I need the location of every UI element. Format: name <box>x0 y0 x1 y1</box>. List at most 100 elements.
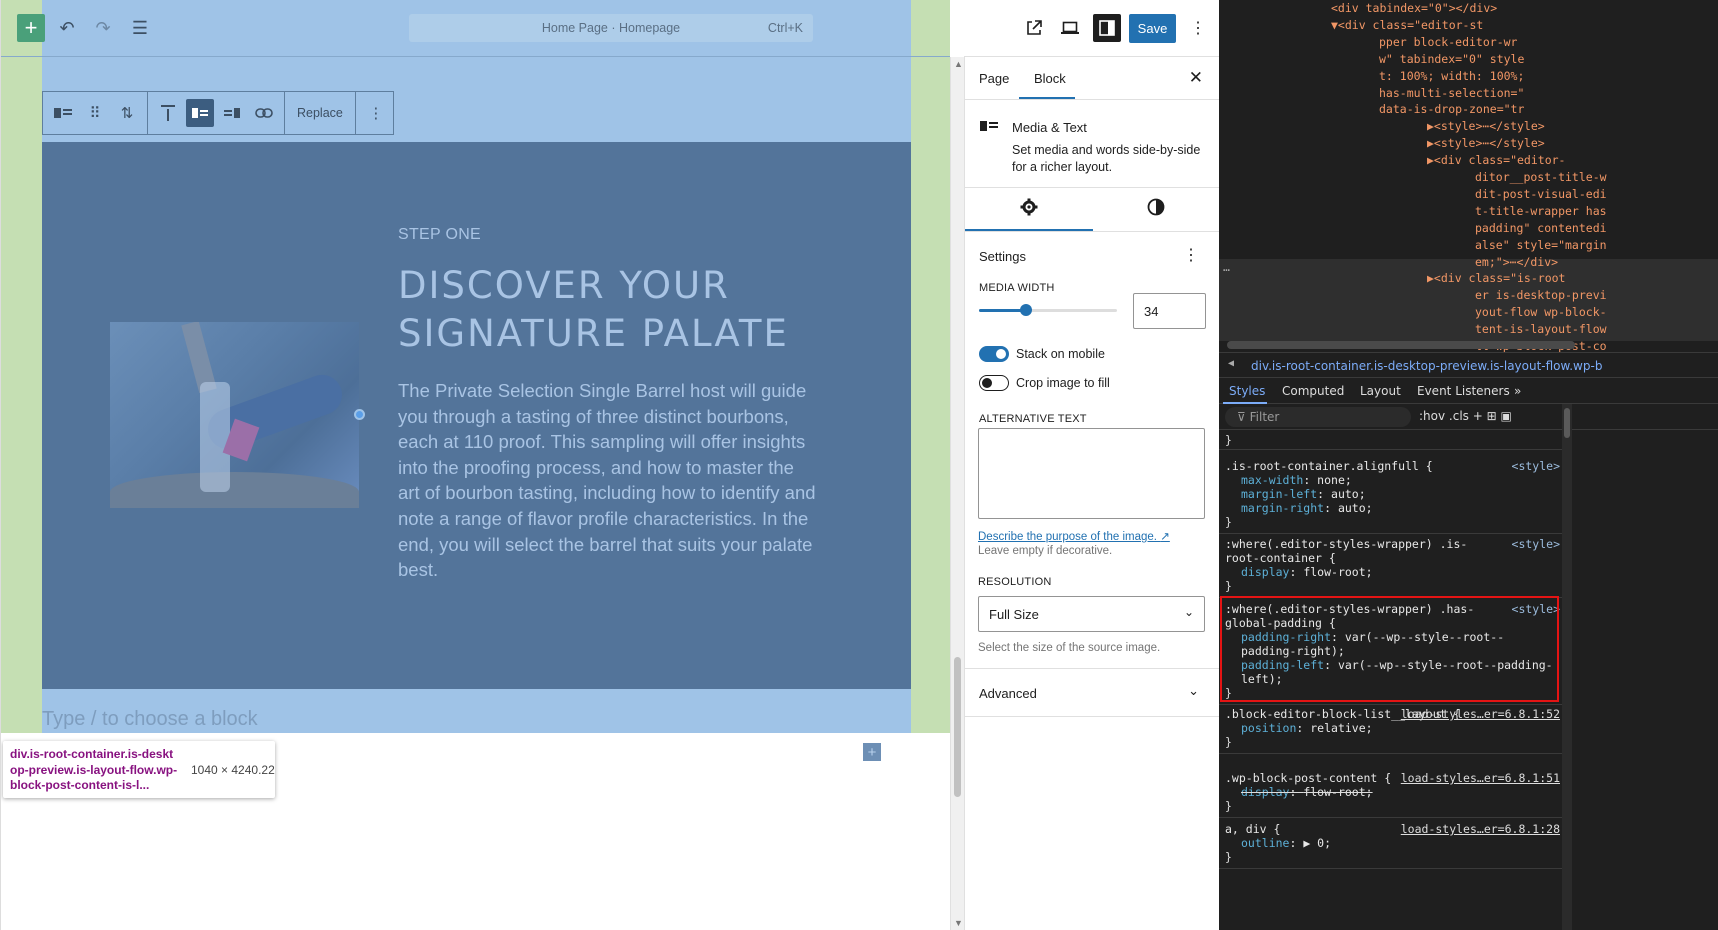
dom-line[interactable]: ▶<div class="editor- <box>1427 152 1565 169</box>
rule-selector[interactable]: .is-root-container.alignfull { <box>1225 459 1495 473</box>
media-left-button[interactable] <box>186 99 214 127</box>
css-value[interactable]: ▶ 0; <box>1303 836 1331 850</box>
link-button[interactable] <box>250 99 278 127</box>
dom-horizontal-scrollbar[interactable] <box>1227 341 1575 349</box>
dom-line[interactable]: data-is-drop-zone="tr <box>1379 101 1524 118</box>
media-width-slider[interactable] <box>979 309 1117 312</box>
vertical-align-button[interactable] <box>154 99 182 127</box>
device-preview-button[interactable] <box>1056 14 1084 42</box>
drag-handle[interactable]: ⠿ <box>81 99 109 127</box>
advanced-panel-toggle[interactable]: Advanced ⌄ <box>965 669 1219 717</box>
tab-block[interactable]: Block <box>1034 71 1066 86</box>
crop-image-toggle[interactable] <box>979 375 1009 391</box>
scroll-up-icon[interactable]: ▲ <box>954 59 963 69</box>
replace-button[interactable]: Replace <box>291 106 349 120</box>
css-declaration[interactable]: margin-left: auto; <box>1225 487 1556 501</box>
style-rule[interactable]: .block-editor-block-list__layout {load-s… <box>1219 703 1562 754</box>
editor-canvas[interactable]: + ↶ ↷ ☰ Home Page · Homepage Ctrl+K ⠿ ⇅ <box>0 0 950 930</box>
resolution-select[interactable]: Full Size ⌄ <box>978 596 1205 632</box>
rule-selector[interactable]: :where(.editor-styles-wrapper) .is-root-… <box>1225 537 1495 565</box>
settings-toggle-button[interactable] <box>1093 14 1121 42</box>
css-property[interactable]: max-width <box>1241 473 1303 487</box>
rule-source-link[interactable]: load-styles…er=6.8.1:51 <box>1401 771 1560 785</box>
dom-line[interactable]: padding" contentedi <box>1475 220 1607 237</box>
scroll-down-icon[interactable]: ▼ <box>954 918 963 928</box>
css-declaration[interactable]: max-width: none; <box>1225 473 1556 487</box>
dom-line[interactable]: er is-desktop-previ <box>1475 287 1607 304</box>
media-width-input[interactable]: 34 <box>1133 293 1206 329</box>
css-declaration[interactable]: display: flow-root; <box>1225 785 1556 799</box>
media-image[interactable] <box>110 322 359 508</box>
tab-styles[interactable]: Styles <box>1229 384 1265 398</box>
alt-text-textarea[interactable] <box>978 428 1205 519</box>
dom-line[interactable]: dit-post-visual-edi <box>1475 186 1607 203</box>
alt-text-help-link[interactable]: Describe the purpose of the image. ↗ <box>978 529 1170 543</box>
rule-source-link[interactable]: <style> <box>1512 459 1560 473</box>
dom-line[interactable]: <div tabindex="0"></div> <box>1331 0 1497 17</box>
css-declaration[interactable]: outline: ▶ 0; <box>1225 836 1556 850</box>
tab-event-listeners[interactable]: Event Listeners <box>1417 384 1510 398</box>
dom-line[interactable]: ▶<style>⋯</style> <box>1427 118 1545 135</box>
css-value[interactable]: flow-root; <box>1303 565 1372 579</box>
dom-line[interactable]: w" tabindex="0" style <box>1379 51 1524 68</box>
document-bar[interactable]: Home Page · Homepage Ctrl+K <box>409 14 813 42</box>
dom-line[interactable]: ▼<div class="editor-st <box>1331 17 1483 34</box>
tab-layout[interactable]: Layout <box>1360 384 1401 398</box>
dom-line[interactable]: ditor__post-title-w <box>1475 169 1607 186</box>
caret-left-icon[interactable]: ◀ <box>1228 358 1234 369</box>
save-button[interactable]: Save <box>1129 14 1176 43</box>
block-paragraph[interactable]: The Private Selection Single Barrel host… <box>398 378 818 583</box>
css-value[interactable]: relative; <box>1310 721 1372 735</box>
close-icon[interactable]: ✕ <box>1189 68 1203 88</box>
block-type-button[interactable] <box>49 99 77 127</box>
tab-styles[interactable] <box>1147 198 1165 221</box>
dom-tree[interactable]: <div tabindex="0"></div> ▼<div class="edi… <box>1219 0 1718 353</box>
options-button[interactable]: ⋮ <box>1184 14 1212 42</box>
block-heading[interactable]: DISCOVER YOUR SIGNATURE PALATE <box>398 262 818 358</box>
dom-line[interactable]: tent-is-layout-flow <box>1475 321 1607 338</box>
style-rule[interactable]: .is-root-container.alignfull {<style> max… <box>1219 455 1562 534</box>
tab-settings[interactable] <box>1020 198 1038 221</box>
dom-line[interactable]: t-title-wrapper has <box>1475 203 1607 220</box>
css-property[interactable]: position <box>1241 721 1296 735</box>
media-right-button[interactable] <box>218 99 246 127</box>
css-value[interactable]: auto; <box>1331 487 1366 501</box>
dom-line[interactable]: t: 100%; width: 100%; <box>1379 68 1524 85</box>
style-toolbar-buttons[interactable]: :hov .cls + ⊞ ▣ <box>1419 409 1512 423</box>
rule-source-link[interactable]: load-styles…er=6.8.1:52 <box>1401 707 1560 721</box>
slider-thumb[interactable] <box>1019 304 1032 316</box>
stack-on-mobile-toggle[interactable] <box>979 346 1009 362</box>
filter-input[interactable]: ⊽ Filter <box>1225 407 1411 427</box>
style-rule[interactable]: .wp-block-post-content {load-styles…er=6… <box>1219 767 1562 818</box>
scrollbar-thumb[interactable] <box>1564 408 1570 438</box>
dom-line[interactable]: has-multi-selection=" <box>1379 85 1524 102</box>
dom-line[interactable]: em;">⋯</div> <box>1475 254 1558 271</box>
css-declaration[interactable]: display: flow-root; <box>1225 565 1556 579</box>
redo-button[interactable]: ↷ <box>89 14 117 42</box>
move-up-down-button[interactable]: ⇅ <box>113 99 141 127</box>
css-declaration[interactable]: position: relative; <box>1225 721 1556 735</box>
block-options-button[interactable]: ⋮ <box>362 99 390 127</box>
dom-line[interactable]: ▶<style>⋯</style> <box>1427 135 1545 152</box>
css-value[interactable]: none; <box>1317 473 1352 487</box>
rule-source-link[interactable]: <style> <box>1512 537 1560 551</box>
block-appender[interactable]: Type / to choose a block <box>42 708 258 731</box>
css-property[interactable]: margin-left <box>1241 487 1317 501</box>
step-label[interactable]: STEP ONE <box>398 226 818 244</box>
style-rule[interactable]: a, div {load-styles…er=6.8.1:28 outline: … <box>1219 818 1562 869</box>
scrollbar-thumb[interactable] <box>954 657 961 797</box>
css-property[interactable]: outline <box>1241 836 1289 850</box>
editor-scrollbar[interactable]: ▲ ▼ <box>950 57 964 930</box>
dom-line[interactable]: alse" style="margin <box>1475 237 1607 254</box>
styles-scrollbar[interactable] <box>1562 404 1572 930</box>
media-text-content[interactable]: STEP ONE DISCOVER YOUR SIGNATURE PALATE … <box>398 226 818 583</box>
breadcrumb-selected[interactable]: div.is-root-container.is-desktop-preview… <box>1251 359 1602 373</box>
undo-button[interactable]: ↶ <box>53 14 81 42</box>
list-view-button[interactable]: ☰ <box>126 14 154 42</box>
add-block-button[interactable]: + <box>17 14 45 42</box>
style-rule[interactable]: :where(.editor-styles-wrapper) .is-root-… <box>1219 533 1562 598</box>
css-property[interactable]: display <box>1241 565 1289 579</box>
media-resize-handle[interactable] <box>354 409 365 420</box>
dom-line[interactable]: ▶<div class="is-root <box>1427 270 1565 287</box>
dom-line[interactable]: yout-flow wp-block- <box>1475 304 1607 321</box>
